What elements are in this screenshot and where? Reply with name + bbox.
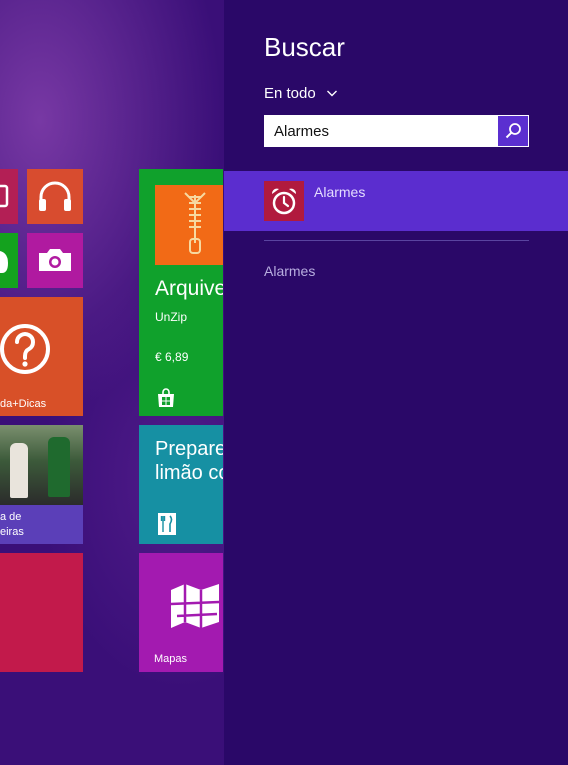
food-title-line2: limão co <box>155 462 223 484</box>
search-pane: Buscar En todo Alarmes Alarmes <box>224 0 568 765</box>
sport-label-line1: a de <box>0 511 22 524</box>
tile-sport-label: a de eiras <box>0 510 24 539</box>
store-app-developer: UnZip <box>155 310 188 324</box>
tile-camera[interactable] <box>27 233 83 288</box>
map-icon <box>170 584 220 628</box>
app-image <box>155 185 223 265</box>
tile-sport-news[interactable]: a de eiras <box>0 425 83 544</box>
food-title: Prepare limão co <box>155 437 223 485</box>
tile-phone[interactable] <box>0 169 18 224</box>
divider <box>264 240 529 241</box>
zipper-icon <box>184 192 206 254</box>
search-button[interactable] <box>498 116 528 146</box>
search-result-label: Alarmes <box>314 184 366 200</box>
magnifier-icon <box>505 123 521 139</box>
tile-maps[interactable]: Mapas <box>139 553 223 672</box>
question-mark-icon <box>0 324 50 374</box>
result-app-icon <box>264 181 304 221</box>
tile-music[interactable] <box>27 169 83 224</box>
start-screen: da+Dicas a de eiras Arquive UnZip € 6,89 <box>0 0 224 765</box>
search-box <box>264 115 529 147</box>
store-app-price: € 6,89 <box>155 350 189 364</box>
tile-help-label: da+Dicas <box>0 397 47 410</box>
food-title-line1: Prepare <box>155 438 223 460</box>
tile-store-app[interactable]: Arquive UnZip € 6,89 <box>139 169 223 416</box>
search-result-item[interactable]: Alarmes <box>224 171 568 231</box>
windows-store-icon <box>158 388 174 407</box>
pane-title: Buscar <box>264 32 345 62</box>
tile-games[interactable] <box>0 233 18 288</box>
phone-icon <box>0 184 9 208</box>
chevron-down-icon <box>326 90 337 97</box>
tile-crimson[interactable] <box>0 553 83 672</box>
sport-label-line2: eiras <box>0 525 24 538</box>
controller-icon <box>0 251 8 273</box>
search-scope-dropdown[interactable]: En todo <box>264 82 338 104</box>
alarm-clock-icon <box>271 188 297 215</box>
tile-help[interactable]: da+Dicas <box>0 297 83 416</box>
search-input[interactable] <box>265 116 499 146</box>
headphones-icon <box>39 181 71 211</box>
search-suggestion[interactable]: Alarmes <box>264 263 315 279</box>
search-scope-label: En todo <box>264 84 316 102</box>
fork-knife-icon <box>158 513 176 535</box>
store-app-name: Arquive <box>155 277 223 300</box>
sport-photo <box>0 425 83 505</box>
camera-icon <box>39 249 71 271</box>
tile-maps-label: Mapas <box>154 652 188 665</box>
tile-food-recipe[interactable]: Prepare limão co <box>139 425 223 544</box>
